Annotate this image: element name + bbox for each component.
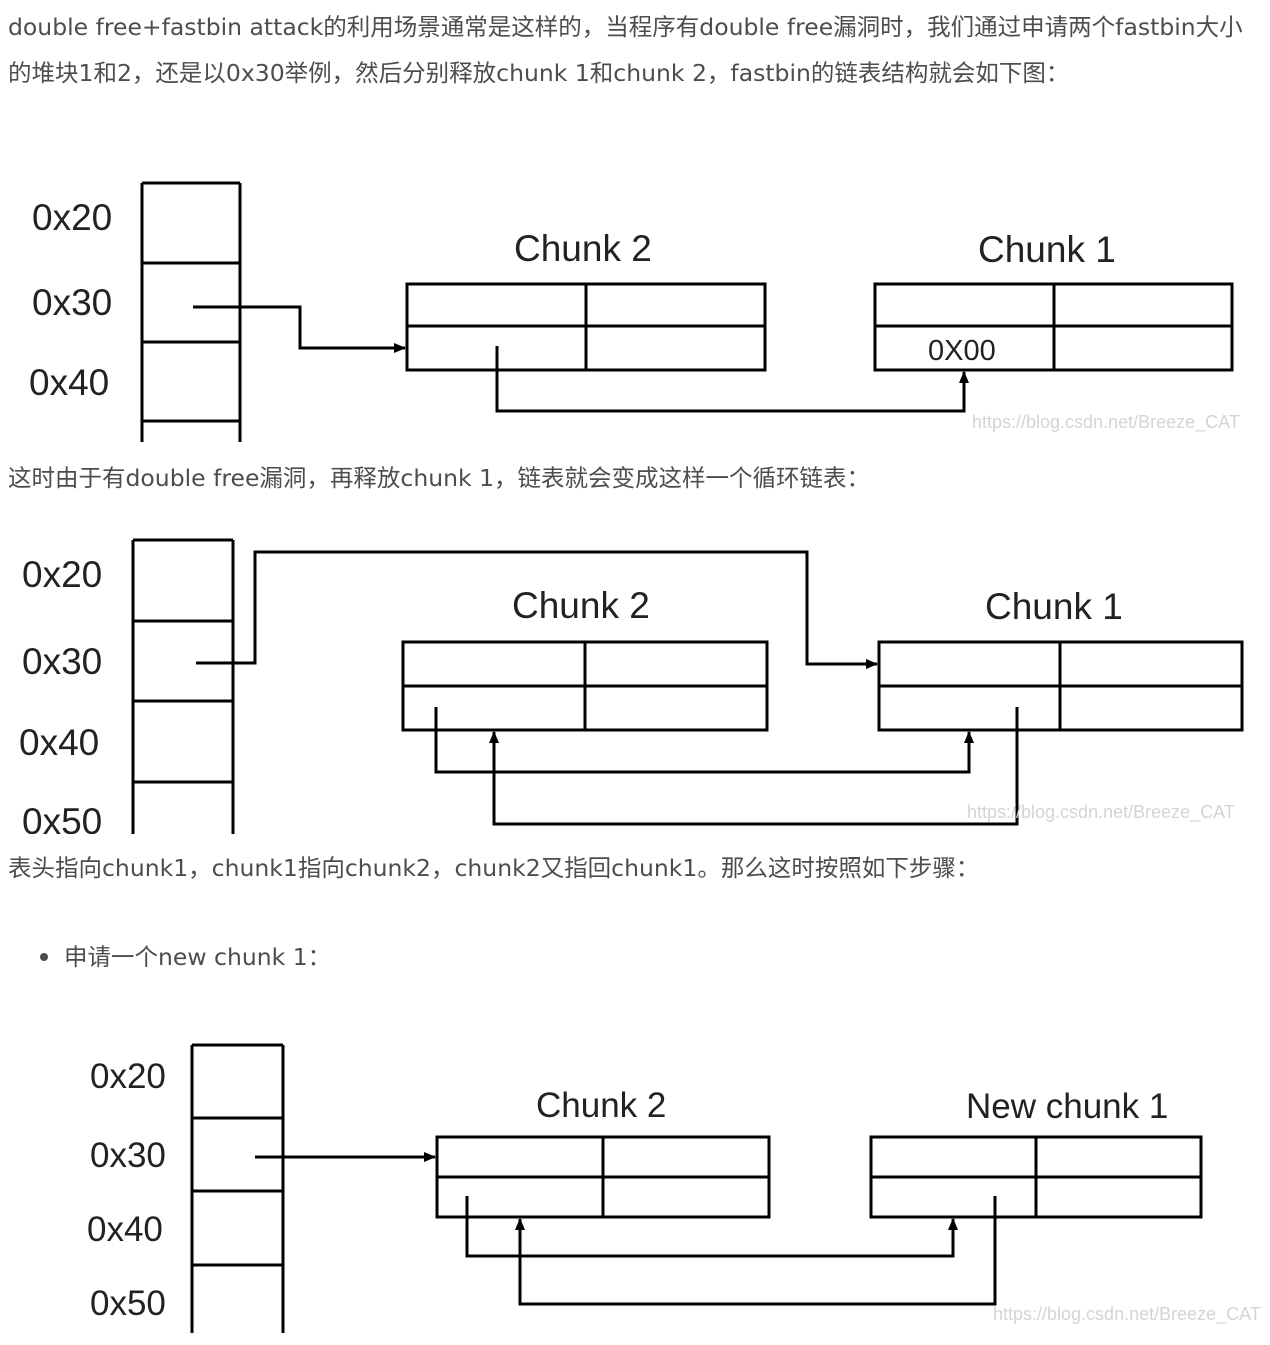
intro-paragraph: double free+fastbin attack的利用场景通常是这样的，当程… [8,13,1243,87]
chunk-2-box [401,640,769,732]
arrow-chunk-2-to-new-chunk-1 [465,1196,958,1258]
figure-fastbin-after-two-frees: 0x20 0x30 0x40 Chunk 2 Chunk 1 0X00 http… [0,160,1270,450]
chunk-2-title: Chunk 2 [514,228,652,269]
watermark: https://blog.csdn.net/Breeze_CAT [967,802,1235,823]
bin-label-0x40: 0x40 [87,1210,163,1249]
bin-label-0x50: 0x50 [90,1284,166,1323]
chunk-1-fd-null: 0X00 [928,335,996,367]
chunk-2-title: Chunk 2 [512,585,650,626]
bin-label-0x40: 0x40 [19,722,99,763]
fastbin-array [140,181,242,442]
paragraph-3: 表头指向chunk1，chunk1指向chunk2，chunk2又指回chunk… [8,854,980,882]
bin-label-0x50: 0x50 [22,801,102,834]
chunk-2-box [405,282,767,372]
arrow-new-chunk-1-to-chunk-2 [515,1196,997,1306]
bin-label-0x20: 0x20 [22,554,102,595]
chunk-2-box [435,1135,771,1219]
fastbin-array [190,1043,285,1333]
figure-after-alloc-new-chunk-1: 0x20 0x30 0x40 0x50 Chunk 2 New chunk 1 … [0,1036,1270,1345]
arrow-chunk-1-to-chunk-2 [489,707,1019,826]
bin-label-0x20: 0x20 [90,1057,166,1096]
bin-label-0x30: 0x30 [22,641,102,682]
chunk-1-box [877,640,1244,732]
chunk-1-title: Chunk 1 [985,586,1123,627]
step-1-text: 申请一个new chunk 1： [64,943,332,971]
watermark: https://blog.csdn.net/Breeze_CAT [993,1304,1261,1325]
bin-label-0x30: 0x30 [90,1136,166,1175]
new-chunk-1-title: New chunk 1 [966,1087,1168,1126]
bullet-icon [40,953,48,961]
fastbin-array [131,538,235,834]
bin-label-0x20: 0x20 [32,197,112,238]
paragraph-2: 这时由于有double free漏洞，再释放chunk 1，链表就会变成这样一个… [8,464,871,492]
new-chunk-1-box [869,1135,1203,1219]
step-1: 申请一个new chunk 1： [64,934,331,980]
arrow-chunk-2-to-chunk-1 [495,346,969,413]
arrow-chunk-2-to-chunk-1 [434,707,974,774]
chunk-2-title: Chunk 2 [536,1086,666,1125]
bin-label-0x40: 0x40 [29,362,109,403]
watermark: https://blog.csdn.net/Breeze_CAT [972,412,1240,433]
figure-fastbin-circular-list: 0x20 0x30 0x40 0x50 Chunk 2 Chunk 1 http… [0,530,1270,834]
chunk-1-title: Chunk 1 [978,229,1116,270]
bin-label-0x30: 0x30 [32,282,112,323]
